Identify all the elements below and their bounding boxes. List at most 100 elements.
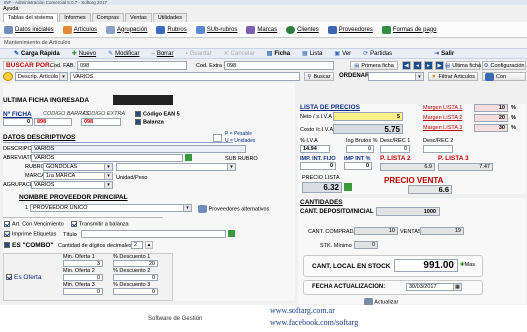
configuracion-button[interactable]: ⚙ Configuración bbox=[482, 61, 526, 70]
tipo-unidad-input[interactable] bbox=[213, 134, 222, 142]
stk-min-input[interactable]: 0 bbox=[354, 241, 378, 249]
desc-rec1-input[interactable]: 0 bbox=[380, 145, 410, 153]
descrip-combo[interactable]: Descrip. Artículo ▾ bbox=[15, 72, 68, 81]
extra-input[interactable]: 098 bbox=[81, 118, 121, 126]
ultima-ficha-button[interactable]: ▤ Ultima ficha bbox=[445, 61, 481, 70]
ribbon-agrupacion[interactable]: Agrupación bbox=[106, 25, 147, 34]
agrupacion-combo[interactable]: VARIOS ▾ bbox=[31, 181, 113, 189]
ribbon-datos[interactable]: Datos iniciales bbox=[4, 25, 54, 34]
ribbon-clientes[interactable]: Clientes bbox=[286, 25, 319, 34]
footer-url1[interactable]: www.softarg.com.ar bbox=[270, 306, 335, 315]
primera-ficha-button[interactable]: ▤ Primera ficha bbox=[350, 61, 398, 70]
desc-rec2-input[interactable] bbox=[423, 145, 453, 153]
descrip-input[interactable]: VARIOS bbox=[70, 72, 300, 81]
decimales-stepper[interactable]: ▴ bbox=[145, 241, 153, 249]
tab-tablas[interactable]: Tablas del sistema bbox=[3, 13, 59, 22]
borrar-button[interactable]: – Borrar bbox=[151, 51, 173, 57]
ing-brutos-input[interactable]: 0 bbox=[346, 145, 374, 153]
lista-button[interactable]: ▦ Lista bbox=[302, 50, 322, 58]
nav-first-icon[interactable]: ◀ bbox=[402, 61, 411, 70]
nav-next-icon[interactable]: ▸ bbox=[424, 61, 433, 70]
vencimiento-check[interactable]: Art. Con Vencimiento bbox=[4, 221, 64, 227]
desc1-input[interactable]: 20 bbox=[113, 260, 158, 267]
combo-checkbox[interactable] bbox=[4, 242, 10, 249]
precio-refresh-icon[interactable] bbox=[344, 183, 352, 191]
precio-lista-input[interactable]: 6.32 bbox=[302, 182, 342, 193]
balanza-checkbox[interactable] bbox=[135, 119, 141, 125]
tab-compras[interactable]: Compras bbox=[91, 13, 124, 22]
imp-pct-input[interactable]: 0 bbox=[344, 162, 372, 170]
rubro-combo[interactable]: GONDOLAS ▾ bbox=[43, 163, 113, 171]
plista2-input[interactable]: 6.9 bbox=[380, 163, 435, 171]
imp-fijo-input[interactable]: 0 bbox=[300, 162, 336, 170]
ficha-button[interactable]: ▤ Ficha bbox=[267, 50, 290, 58]
decimales-input[interactable]: 2 bbox=[131, 241, 143, 249]
cancelar-button[interactable]: ✕ Cancelar bbox=[224, 50, 255, 58]
nficha-input[interactable]: 0 bbox=[3, 118, 33, 126]
min3-input[interactable]: 0 bbox=[63, 288, 103, 295]
margen3-input[interactable]: 30 bbox=[474, 124, 508, 132]
transmitir-checkbox[interactable] bbox=[71, 221, 77, 227]
ribbon-proveedores[interactable]: Proveedores bbox=[327, 25, 373, 34]
iva-input[interactable]: 14.94 bbox=[300, 145, 330, 153]
proveedor-combo[interactable]: PROVEEDOR UNICO ▾ bbox=[30, 204, 192, 212]
con-button[interactable]: Con bbox=[482, 72, 526, 81]
oferta-check[interactable]: Es Oferta bbox=[6, 274, 41, 281]
desc2-input[interactable]: 0 bbox=[113, 274, 158, 281]
precio-venta-input[interactable]: 6.6 bbox=[408, 185, 452, 194]
min1-input[interactable]: 3 bbox=[63, 260, 103, 267]
ribbon-marcas[interactable]: Marcas bbox=[246, 25, 277, 34]
neto-input[interactable]: 5 bbox=[333, 112, 403, 121]
vencimiento-checkbox[interactable] bbox=[4, 221, 10, 227]
nav-prev-icon[interactable]: ◂ bbox=[413, 61, 422, 70]
abreviatura-input[interactable]: VARIOS bbox=[31, 154, 183, 162]
titulo-input[interactable] bbox=[81, 230, 226, 238]
balanza-check[interactable]: Balanza bbox=[135, 119, 164, 125]
etiquetas-check[interactable]: Imprime Etiquetas bbox=[4, 231, 56, 237]
etiquetas-checkbox[interactable] bbox=[4, 231, 10, 237]
barras-input[interactable]: 898 bbox=[34, 118, 72, 126]
buscar-button[interactable]: ⚲ Buscar bbox=[304, 72, 334, 81]
nuevo-button[interactable]: ✚ Nuevo bbox=[72, 50, 96, 58]
tab-utilidades[interactable]: Utilidades bbox=[152, 13, 187, 22]
marca-combo[interactable]: 1ra MARCA ▾ bbox=[43, 172, 113, 180]
ribbon-rubros[interactable]: Rubros bbox=[156, 25, 187, 34]
min2-input[interactable]: 0 bbox=[63, 274, 103, 281]
fecha-input[interactable]: 30/03/2017 ▦ bbox=[406, 283, 462, 291]
plista3-input[interactable]: 7.47 bbox=[438, 163, 493, 171]
ribbon-subrubros[interactable]: SUb-rubros bbox=[195, 25, 237, 34]
ribbon-articulos[interactable]: Artículos bbox=[62, 25, 97, 34]
cod-fab-input[interactable]: 098 bbox=[77, 61, 187, 70]
codigo-ean-check[interactable]: Código EAN 5 bbox=[135, 111, 180, 117]
tab-informes[interactable]: Informes bbox=[59, 13, 91, 22]
oferta-checkbox[interactable] bbox=[6, 274, 12, 281]
desc3-input[interactable]: 0 bbox=[113, 288, 158, 295]
ean-checkbox[interactable] bbox=[135, 111, 141, 117]
titulo-refresh-icon[interactable] bbox=[228, 230, 235, 237]
transmitir-check[interactable]: Transmitir a balanza bbox=[71, 221, 129, 227]
margen1-input[interactable]: 10 bbox=[474, 104, 508, 112]
refresh-icon[interactable] bbox=[185, 154, 192, 161]
carga-rapida-button[interactable]: ✎ Carga Rápida bbox=[14, 50, 60, 58]
ventas-input[interactable]: 19 bbox=[420, 227, 464, 235]
filtrar-button[interactable]: ▼ Filtrar Articulos bbox=[428, 72, 478, 81]
nav-last-icon[interactable]: ▶ bbox=[435, 61, 444, 70]
guardar-button[interactable]: ▪ Guardar bbox=[185, 51, 211, 57]
margen2-input[interactable]: 20 bbox=[474, 114, 508, 122]
partidas-button[interactable]: ⟳ Partidas bbox=[363, 50, 392, 58]
search-icon[interactable] bbox=[3, 72, 13, 81]
combo-check[interactable]: ES "COMBO" bbox=[4, 242, 54, 249]
modificar-button[interactable]: ✎ Modificar bbox=[108, 50, 139, 58]
costo-input[interactable]: 5.75 bbox=[333, 124, 403, 134]
proveedores-alt-button[interactable]: Proveedores alternativos bbox=[198, 205, 269, 213]
subrubro-combo[interactable]: ▾ bbox=[116, 163, 236, 171]
footer-url2[interactable]: www.facebook.com/softarg bbox=[270, 318, 358, 327]
tab-ventas[interactable]: Ventas bbox=[124, 13, 152, 22]
salir-button[interactable]: ⇥ Salir bbox=[434, 50, 454, 58]
descripcion-input[interactable]: VARIOS bbox=[31, 145, 246, 153]
deposito-input[interactable]: 1000 bbox=[376, 207, 440, 216]
mas-button[interactable]: ✚Mas bbox=[460, 262, 475, 268]
ordenar-combo[interactable]: ▾ bbox=[368, 72, 424, 81]
comprada-input[interactable]: 10 bbox=[354, 227, 398, 235]
ribbon-formas-pago[interactable]: Formas de pago bbox=[381, 25, 437, 34]
